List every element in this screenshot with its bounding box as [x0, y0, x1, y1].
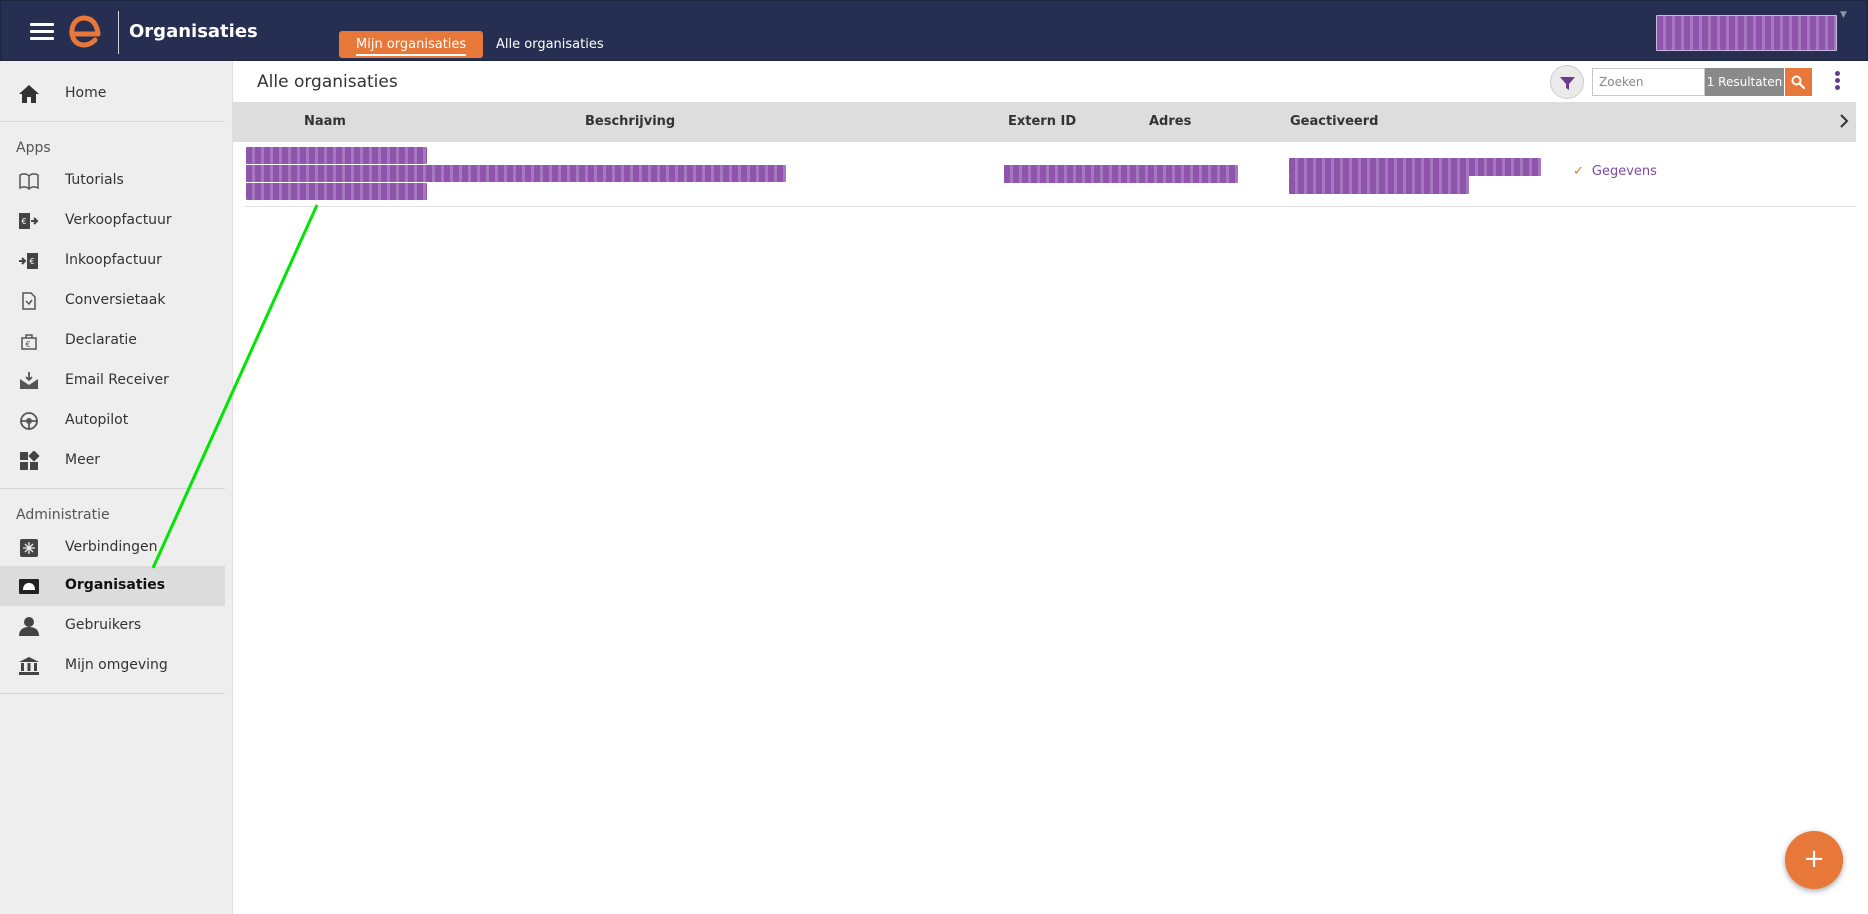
sidebar-item-label: Autopilot	[65, 412, 129, 428]
user-account-redacted[interactable]	[1656, 15, 1837, 51]
account-caret-icon[interactable]: ▼	[1840, 10, 1847, 20]
check-icon: ✓	[1573, 164, 1584, 179]
tab-mijn-organisaties[interactable]: Mijn organisaties	[339, 31, 484, 58]
email-icon	[20, 372, 38, 389]
page-title: Alle organisaties	[257, 72, 398, 92]
sales-invoice-icon: €	[19, 213, 39, 229]
redacted-activated-line	[1289, 176, 1469, 194]
gegevens-link[interactable]: ✓ Gegevens	[1573, 164, 1657, 179]
add-organisation-button[interactable]: +	[1785, 831, 1843, 889]
sidebar-item-label: Meer	[65, 452, 101, 468]
sidebar-item-label: Conversietaak	[65, 292, 166, 308]
header-divider	[118, 11, 119, 54]
search-icon	[1791, 75, 1805, 89]
redacted-extern-id-address	[1004, 165, 1238, 183]
top-bar: Organisaties Mijn organisaties Alle orga…	[0, 0, 1868, 61]
tab-alle-organisaties[interactable]: Alle organisaties	[479, 31, 621, 58]
sidebar-section-administratie: Administratie	[16, 507, 110, 523]
tab-label: Mijn organisaties	[356, 36, 467, 56]
svg-text:€: €	[22, 217, 27, 226]
sidebar: Home Apps Tutorials € Verkoopfactuur € I…	[0, 61, 233, 914]
redacted-activated-line	[1289, 158, 1541, 176]
sidebar-item-declaratie[interactable]: € Declaratie	[0, 321, 225, 361]
plus-icon: +	[1803, 844, 1825, 874]
hamburger-menu-icon[interactable]	[30, 23, 54, 41]
svg-text:€: €	[26, 340, 31, 349]
connections-icon	[20, 539, 38, 557]
autopilot-icon	[20, 412, 38, 430]
home-icon	[19, 85, 39, 103]
results-count-badge: 1 Resultaten	[1705, 68, 1784, 96]
sidebar-item-inkoopfactuur[interactable]: € Inkoopfactuur	[0, 241, 225, 281]
funnel-icon	[1560, 77, 1575, 90]
chevron-right-icon[interactable]	[1837, 114, 1851, 128]
column-header-naam[interactable]: Naam	[304, 114, 346, 129]
sidebar-item-conversietaak[interactable]: Conversietaak	[0, 281, 225, 321]
app-title: Organisaties	[129, 21, 258, 42]
column-header-extern-id[interactable]: Extern ID	[1008, 114, 1076, 129]
sidebar-item-verkoopfactuur[interactable]: € Verkoopfactuur	[0, 201, 225, 241]
conversion-icon	[22, 292, 36, 310]
sidebar-item-meer[interactable]: Meer	[0, 441, 225, 481]
sidebar-item-home[interactable]: Home	[0, 74, 225, 114]
sidebar-item-label: Verkoopfactuur	[65, 212, 172, 228]
sidebar-item-label: Verbindingen	[65, 539, 158, 555]
filter-button[interactable]	[1550, 65, 1584, 99]
sidebar-item-email-receiver[interactable]: Email Receiver	[0, 361, 225, 401]
sidebar-item-label: Home	[65, 85, 107, 101]
sidebar-item-organisaties[interactable]: Organisaties	[0, 566, 225, 606]
column-header-adres[interactable]: Adres	[1149, 114, 1191, 129]
tab-label: Alle organisaties	[496, 37, 604, 52]
sidebar-divider	[0, 693, 225, 694]
search-button[interactable]	[1785, 68, 1812, 96]
sidebar-divider	[0, 488, 225, 489]
search-input[interactable]	[1592, 68, 1705, 96]
sidebar-divider	[0, 121, 225, 122]
sidebar-item-autopilot[interactable]: Autopilot	[0, 401, 225, 441]
more-options-icon[interactable]	[1833, 71, 1841, 93]
sidebar-item-label: Declaratie	[65, 332, 137, 348]
svg-text:€: €	[30, 257, 35, 266]
redacted-name-line	[246, 183, 427, 200]
sidebar-item-label: Mijn omgeving	[65, 657, 168, 673]
sidebar-item-label: Email Receiver	[65, 372, 169, 388]
column-header-geactiveerd[interactable]: Geactiveerd	[1290, 114, 1378, 129]
grid-icon	[20, 451, 40, 470]
sidebar-item-label: Inkoopfactuur	[65, 252, 162, 268]
sidebar-item-label: Gebruikers	[65, 617, 142, 633]
sidebar-item-verbindingen[interactable]: Verbindingen	[0, 528, 225, 568]
gegevens-label: Gegevens	[1591, 164, 1657, 179]
sidebar-item-label: Organisaties	[65, 577, 166, 593]
purchase-invoice-icon: €	[19, 253, 38, 269]
app-logo-icon	[69, 15, 101, 48]
sidebar-item-tutorials[interactable]: Tutorials	[0, 161, 225, 201]
book-icon	[19, 173, 39, 191]
organisation-icon	[19, 579, 39, 594]
sidebar-section-apps: Apps	[16, 140, 51, 156]
redacted-name-line	[246, 147, 427, 164]
sidebar-item-gebruikers[interactable]: Gebruikers	[0, 606, 225, 646]
redacted-name-description-line	[246, 165, 786, 182]
bank-icon	[19, 657, 39, 675]
column-header-beschrijving[interactable]: Beschrijving	[585, 114, 675, 129]
expense-icon: €	[21, 334, 37, 350]
sidebar-item-label: Tutorials	[65, 172, 124, 188]
user-icon	[19, 617, 39, 636]
sidebar-item-mijn-omgeving[interactable]: Mijn omgeving	[0, 646, 225, 686]
table-header: Naam Beschrijving Extern ID Adres Geacti…	[233, 102, 1856, 142]
